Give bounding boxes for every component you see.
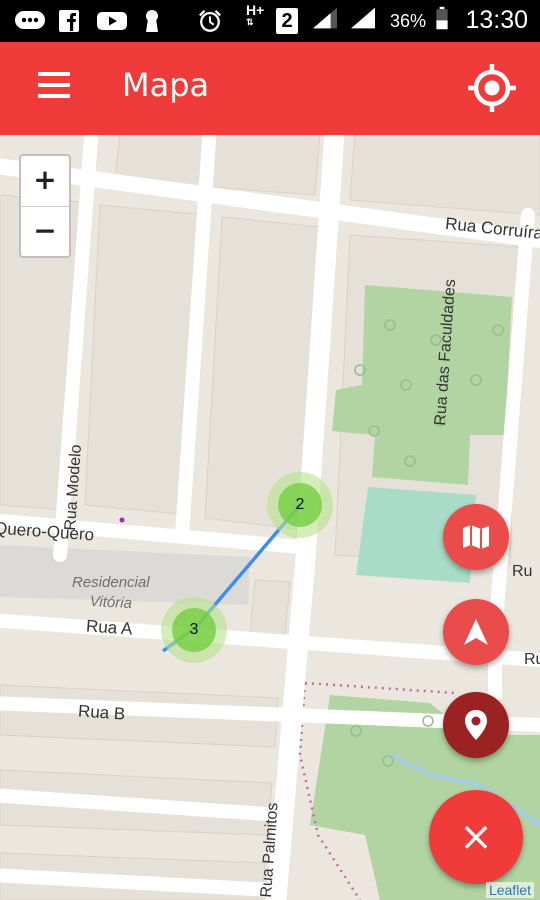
youtube-icon: [97, 12, 127, 30]
clock: 13:30: [465, 6, 528, 34]
signal-icon: [351, 7, 375, 29]
place-marker-button[interactable]: [443, 692, 509, 758]
network-type-label: H+ ⇅: [246, 2, 265, 27]
menu-button[interactable]: [34, 72, 74, 106]
zoom-in-button[interactable]: +: [21, 156, 69, 206]
cluster-count: 3: [172, 608, 216, 652]
area-label: Residencial Vitória: [72, 574, 150, 613]
marker-cluster[interactable]: 2: [267, 472, 333, 538]
street-label: Ru: [512, 563, 533, 580]
gps-target-icon: [468, 64, 516, 112]
keyhole-icon: [146, 10, 158, 32]
sim2-icon: 2: [276, 8, 298, 34]
street-label: Ru: [524, 651, 540, 668]
app-bar: Mapa: [0, 42, 540, 135]
status-bar: H+ ⇅ 2 36% 13:30: [0, 0, 540, 42]
page-title: Mapa: [122, 66, 210, 104]
battery-icon: [436, 6, 448, 30]
locate-button[interactable]: [466, 62, 518, 114]
map-icon: [463, 525, 489, 549]
zoom-out-button[interactable]: −: [21, 206, 69, 257]
map-layers-button[interactable]: [443, 504, 509, 570]
street-label: Rua B: [77, 701, 126, 724]
cluster-count: 2: [278, 483, 322, 527]
signal-icon: [313, 7, 337, 29]
leaflet-attribution-link[interactable]: Leaflet: [485, 882, 534, 898]
facebook-icon: [59, 10, 79, 32]
marker-cluster[interactable]: 3: [161, 597, 227, 663]
navigate-button[interactable]: [443, 599, 509, 665]
alarm-icon: [199, 10, 221, 32]
street-label: Rua A: [85, 616, 133, 639]
zoom-control: + −: [19, 154, 71, 258]
close-icon: ×: [459, 814, 493, 860]
battery-percent: 36%: [390, 11, 427, 31]
navigation-arrow-icon: [464, 619, 488, 645]
close-button[interactable]: ×: [429, 790, 523, 884]
hamburger-menu-icon: [34, 72, 74, 98]
chat-icon: [15, 11, 45, 29]
map-view[interactable]: Rua Corruíra Rua das Faculdades Rua Mode…: [0, 135, 540, 900]
place-marker-icon: [465, 710, 487, 740]
